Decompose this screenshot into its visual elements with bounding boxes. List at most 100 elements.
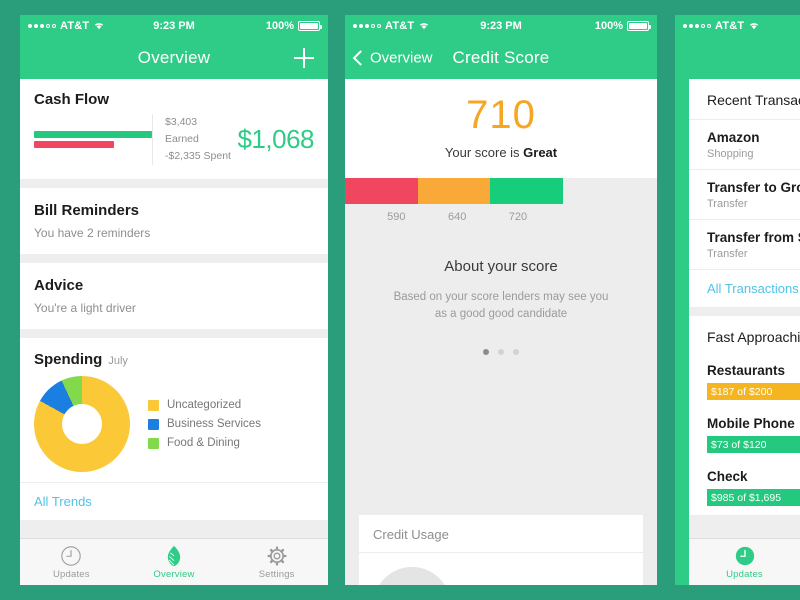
navigation-bar: Overview [20,37,328,79]
transaction-title: Amazon [707,130,760,145]
battery-percent-label: 100% [265,20,294,32]
spending-donut-chart [34,376,130,472]
cash-flow-labels: $3,403 Earned -$2,335 Spent [152,114,231,165]
spending-title: Spending [34,351,103,368]
budget-amount-label: $187 of $200 [711,385,773,398]
budget-progress-bar: $73 of $120 [707,436,800,453]
legend-item: Uncategorized [148,399,261,411]
about-score-body: Based on your score lenders may see you … [367,289,635,323]
cash-flow-card[interactable]: Cash Flow $3,403 Earned -$2,335 Spent $1… [20,79,328,179]
recent-transactions-card: Recent Transactions Amazon Shopping Transf… [689,79,800,307]
tab-bar: Updates [689,538,800,585]
plus-icon[interactable] [294,48,314,68]
navigation-bar: Overview Credit Score [345,37,657,79]
about-score-line2: as a good good candidate [434,308,568,320]
page-dot[interactable] [513,349,519,355]
status-bar-right: 100% [594,20,651,32]
about-score-section: About your score Based on your score len… [345,232,657,355]
transaction-row[interactable]: Transfer to Growth Transfer [689,169,800,219]
score-description-prefix: Your score is [444,145,524,160]
status-bar: AT&T [675,15,800,37]
score-tick-label: 720 [508,211,528,223]
tab-settings[interactable]: Settings [225,545,328,580]
gear-icon [225,545,328,567]
cash-flow-total: $1,068 [237,124,314,154]
transaction-row[interactable]: Transfer from Spending Transfer [689,219,800,269]
spent-bar [34,141,114,148]
earned-label: $3,403 Earned [165,116,199,145]
earned-bar [34,131,152,138]
credit-usage-card[interactable]: Credit Usage [359,515,643,585]
legend-swatch-icon [148,437,159,449]
spent-label: -$2,335 Spent [165,150,231,162]
battery-percent-label: 100% [594,20,623,32]
credit-score-value: 710 [466,93,536,137]
advice-title: Advice [34,277,84,294]
chevron-left-icon [352,50,369,66]
spending-month: July [108,355,128,367]
clock-icon [20,545,123,567]
legend-item: Business Services [148,418,261,430]
transaction-category: Shopping [707,148,754,160]
page-indicator[interactable] [367,349,635,355]
tab-label: Updates [52,568,90,580]
credit-usage-title: Credit Usage [359,515,643,553]
about-score-line1: Based on your score lenders may see you [393,291,609,303]
budget-amount-label: $985 of $1,695 [711,491,782,504]
tab-bar: Updates Overview Settings [20,538,328,585]
score-segment-2 [490,178,563,204]
cash-flow-bars [34,128,152,151]
status-bar: AT&T 9:23 PM 100% [345,15,657,37]
budget-progress-bar: $187 of $200 [707,383,800,400]
budget-row[interactable]: Restaurants $187 of $200 [689,356,800,409]
score-segment-0 [345,178,418,204]
legend-label: Food & Dining [167,437,240,449]
all-trends-link[interactable]: All Trends [20,482,328,520]
tab-updates[interactable]: Updates [20,545,123,580]
score-card: 710 Your score is Great [345,79,657,178]
status-bar-right: 100% [265,20,322,32]
overview-content: Cash Flow $3,403 Earned -$2,335 Spent $1… [20,79,328,585]
recent-transactions-heading: Recent Transactions [707,92,800,108]
score-range-ticks: 590 640 720 [345,204,579,232]
battery-icon [627,21,651,31]
cash-flow-title: Cash Flow [34,91,110,108]
tab-label: Updates [726,568,763,580]
page-dot[interactable] [483,349,489,355]
spending-card: Spending July Uncategorized Business Serv… [20,338,328,520]
leaf-icon [123,545,226,567]
advice-subtitle: You're a light driver [34,301,136,315]
bill-reminders-card[interactable]: Bill Reminders You have 2 reminders [20,188,328,254]
legend-label: Business Services [167,418,261,430]
advice-card[interactable]: Advice You're a light driver [20,263,328,329]
all-transactions-link[interactable]: All Transactions [689,269,800,307]
credit-score-description: Your score is Great [345,145,657,160]
budget-row[interactable]: Mobile Phone $73 of $120 [689,409,800,462]
wifi-icon [748,20,760,33]
status-bar: AT&T 9:23 PM 100% [20,15,328,37]
carrier-label: AT&T [715,20,745,32]
tab-updates[interactable]: Updates [689,545,800,580]
phone-screen-overview: AT&T 9:23 PM 100% Overview Cash Flow $3,… [20,15,328,585]
about-score-heading: About your score [444,258,558,275]
clock-icon [689,545,800,567]
battery-icon [298,21,322,31]
transaction-category: Transfer [707,198,748,210]
page-dot[interactable] [498,349,504,355]
page-title: Overview [137,48,211,67]
tab-label: Overview [153,568,195,580]
tab-overview[interactable]: Overview [123,545,226,580]
budget-amount-label: $73 of $120 [711,438,767,451]
back-button[interactable]: Overview [352,50,433,67]
budget-row[interactable]: Check $985 of $1,695 [689,462,800,515]
cash-flow-body: $3,403 Earned -$2,335 Spent $1,068 [20,110,328,179]
fast-approaching-card: Fast Approaching Restaurants $187 of $200… [689,316,800,515]
transaction-row[interactable]: Amazon Shopping [689,119,800,169]
credit-usage-ring [373,567,451,585]
budget-progress-bar: $985 of $1,695 [707,489,800,506]
status-bar-left: AT&T [683,20,760,33]
score-rating: Great [523,145,558,160]
budget-name: Restaurants [707,363,786,378]
legend-swatch-icon [148,418,159,430]
phone-screen-credit-score: AT&T 9:23 PM 100% Overview Credit Score … [345,15,657,585]
